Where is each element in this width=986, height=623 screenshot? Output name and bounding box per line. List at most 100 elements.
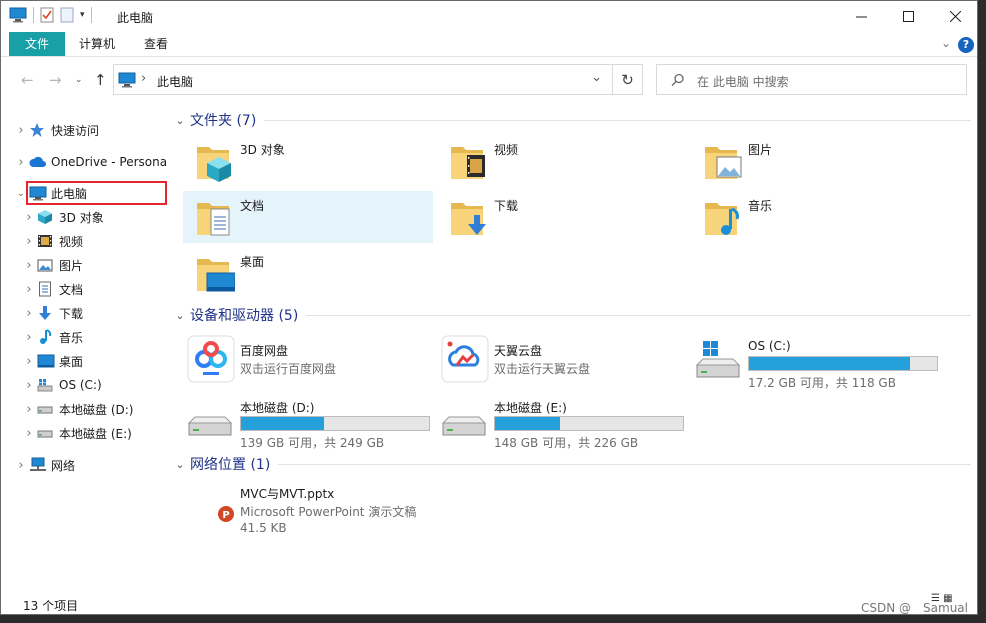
toolbar-separator <box>90 7 92 23</box>
folder-tile[interactable]: 图片 <box>691 135 941 187</box>
divider <box>306 314 971 316</box>
divider <box>278 463 971 465</box>
group-title: 网络位置 (1) <box>190 457 271 473</box>
folder-tile[interactable]: 桌面 <box>183 247 433 299</box>
properties-icon[interactable] <box>40 7 54 23</box>
desktop-icon <box>37 353 55 369</box>
group-header-devices[interactable]: ⌄ 设备和驱动器 (5) <box>171 304 971 326</box>
customize-toolbar-chevron-icon[interactable]: ▾ <box>80 10 85 20</box>
nav-item[interactable]: › 快速访问 <box>13 119 99 141</box>
nav-item[interactable]: › 桌面 <box>21 350 83 372</box>
maximize-icon <box>902 11 914 22</box>
breadcrumb-location[interactable]: 此电脑 <box>157 73 193 90</box>
desktop-folder-icon <box>195 251 236 295</box>
nav-item[interactable]: › 视频 <box>21 230 83 252</box>
drive-usage-bar <box>494 416 684 431</box>
back-arrow-icon[interactable]: ← <box>21 71 34 89</box>
nav-item[interactable]: › OS (C:) <box>21 374 102 396</box>
group-header-folders[interactable]: ⌄ 文件夹 (7) <box>171 109 971 131</box>
recent-locations-chevron-icon[interactable]: ⌄ <box>75 75 83 85</box>
drive-tile[interactable]: OS (C:) 17.2 GB 可用，共 118 GB <box>691 335 951 390</box>
expand-chevron-icon[interactable]: › <box>21 210 37 225</box>
folder-tile[interactable]: 视频 <box>437 135 687 187</box>
breadcrumb-separator[interactable]: › <box>141 71 146 86</box>
cube-folder-icon <box>195 139 235 183</box>
nav-item-label: 音乐 <box>59 330 84 345</box>
expand-chevron-icon[interactable]: › <box>13 123 29 138</box>
nav-item-label: OS (C:) <box>59 378 102 392</box>
network-item-pptx[interactable]: P MVC与MVT.pptx Microsoft PowerPoint 演示文稿… <box>183 481 433 537</box>
network-icon <box>29 457 46 473</box>
address-dropdown-chevron-icon[interactable]: ⌄ <box>591 70 602 85</box>
cloud-icon <box>29 154 46 170</box>
tab-view[interactable]: 查看 <box>131 32 181 56</box>
expand-chevron-icon[interactable]: › <box>13 155 29 170</box>
expand-chevron-icon[interactable]: › <box>21 306 37 321</box>
group-title: 设备和驱动器 (5) <box>190 308 299 324</box>
expand-chevron-icon[interactable]: › <box>21 234 37 249</box>
drive-tile[interactable]: 本地磁盘 (E:) 148 GB 可用，共 226 GB <box>437 395 697 450</box>
search-icon <box>671 73 684 86</box>
documents-folder-icon <box>195 195 235 239</box>
app-tile-tianyi-cloud[interactable]: 天翼云盘 双击运行天翼云盘 <box>437 333 687 385</box>
folder-tile[interactable]: 下载 <box>437 191 687 243</box>
address-bar[interactable]: › 此电脑 ⌄ <box>113 64 613 95</box>
file-size: 41.5 KB <box>240 521 287 535</box>
nav-item[interactable]: › 图片 <box>21 254 83 276</box>
help-button[interactable]: ? <box>958 37 974 53</box>
drive-icon <box>439 399 489 446</box>
expand-chevron-icon[interactable]: › <box>21 330 37 345</box>
expand-chevron-icon[interactable]: › <box>13 458 29 473</box>
drive-usage-fill <box>749 357 910 370</box>
folder-tile[interactable]: 文档 <box>183 191 433 243</box>
forward-arrow-icon[interactable]: → <box>49 71 62 89</box>
address-row: ← → ⌄ ↑ › 此电脑 ⌄ ↻ 在 此电脑 中搜索 <box>1 57 977 103</box>
nav-item[interactable]: › 音乐 <box>21 326 83 348</box>
folder-tile[interactable]: 音乐 <box>691 191 941 243</box>
tab-file[interactable]: 文件 <box>9 32 65 56</box>
tab-computer[interactable]: 计算机 <box>71 32 123 56</box>
highlight-box <box>26 181 167 205</box>
music-folder-icon <box>703 195 743 239</box>
close-button[interactable] <box>932 1 978 32</box>
new-folder-icon[interactable] <box>60 7 74 23</box>
nav-item[interactable]: › OneDrive - Persona <box>13 151 167 173</box>
collapse-chevron-icon[interactable]: ⌄ <box>171 114 189 127</box>
collapse-chevron-icon[interactable]: ⌄ <box>171 458 189 471</box>
folder-label: 桌面 <box>240 255 265 269</box>
drive-icon <box>37 425 53 441</box>
collapse-chevron-icon[interactable]: ⌄ <box>171 309 189 322</box>
nav-item-label: 快速访问 <box>51 123 100 138</box>
refresh-button[interactable]: ↻ <box>612 64 643 95</box>
nav-item[interactable]: › 网络 <box>13 454 75 476</box>
expand-chevron-icon[interactable]: › <box>21 258 37 273</box>
drive-tile[interactable]: 本地磁盘 (D:) 139 GB 可用，共 249 GB <box>183 395 443 450</box>
download-arrow-icon <box>37 305 53 321</box>
folder-tile[interactable]: 3D 对象 <box>183 135 433 187</box>
nav-item[interactable]: › 本地磁盘 (D:) <box>21 398 133 420</box>
expand-chevron-icon[interactable]: › <box>21 378 37 393</box>
up-arrow-icon[interactable]: ↑ <box>94 71 107 89</box>
nav-item[interactable]: › 文档 <box>21 278 83 300</box>
expand-ribbon-chevron-icon[interactable]: ⌄ <box>941 36 951 50</box>
document-icon <box>37 281 53 297</box>
svg-text:P: P <box>222 510 229 521</box>
expand-chevron-icon[interactable]: › <box>21 426 37 441</box>
file-type: Microsoft PowerPoint 演示文稿 <box>240 505 417 519</box>
minimize-button[interactable] <box>838 1 884 32</box>
expand-chevron-icon[interactable]: › <box>21 282 37 297</box>
quick-access-toolbar: ▾ <box>9 7 92 23</box>
star-icon <box>29 122 45 138</box>
folder-label: 图片 <box>748 143 773 157</box>
nav-item[interactable]: › 3D 对象 <box>21 206 103 228</box>
maximize-button[interactable] <box>885 1 931 32</box>
group-header-network[interactable]: ⌄ 网络位置 (1) <box>171 453 971 475</box>
search-box[interactable]: 在 此电脑 中搜索 <box>656 64 967 95</box>
nav-item[interactable]: › 下载 <box>21 302 83 324</box>
nav-item[interactable]: › 本地磁盘 (E:) <box>21 422 131 444</box>
expand-chevron-icon[interactable]: › <box>21 402 37 417</box>
app-tile-baidu-netdisk[interactable]: 百度网盘 双击运行百度网盘 <box>183 333 433 385</box>
window-title: 此电脑 <box>117 11 154 25</box>
title-bar: ▾ 此电脑 <box>1 1 977 32</box>
expand-chevron-icon[interactable]: › <box>21 354 37 369</box>
